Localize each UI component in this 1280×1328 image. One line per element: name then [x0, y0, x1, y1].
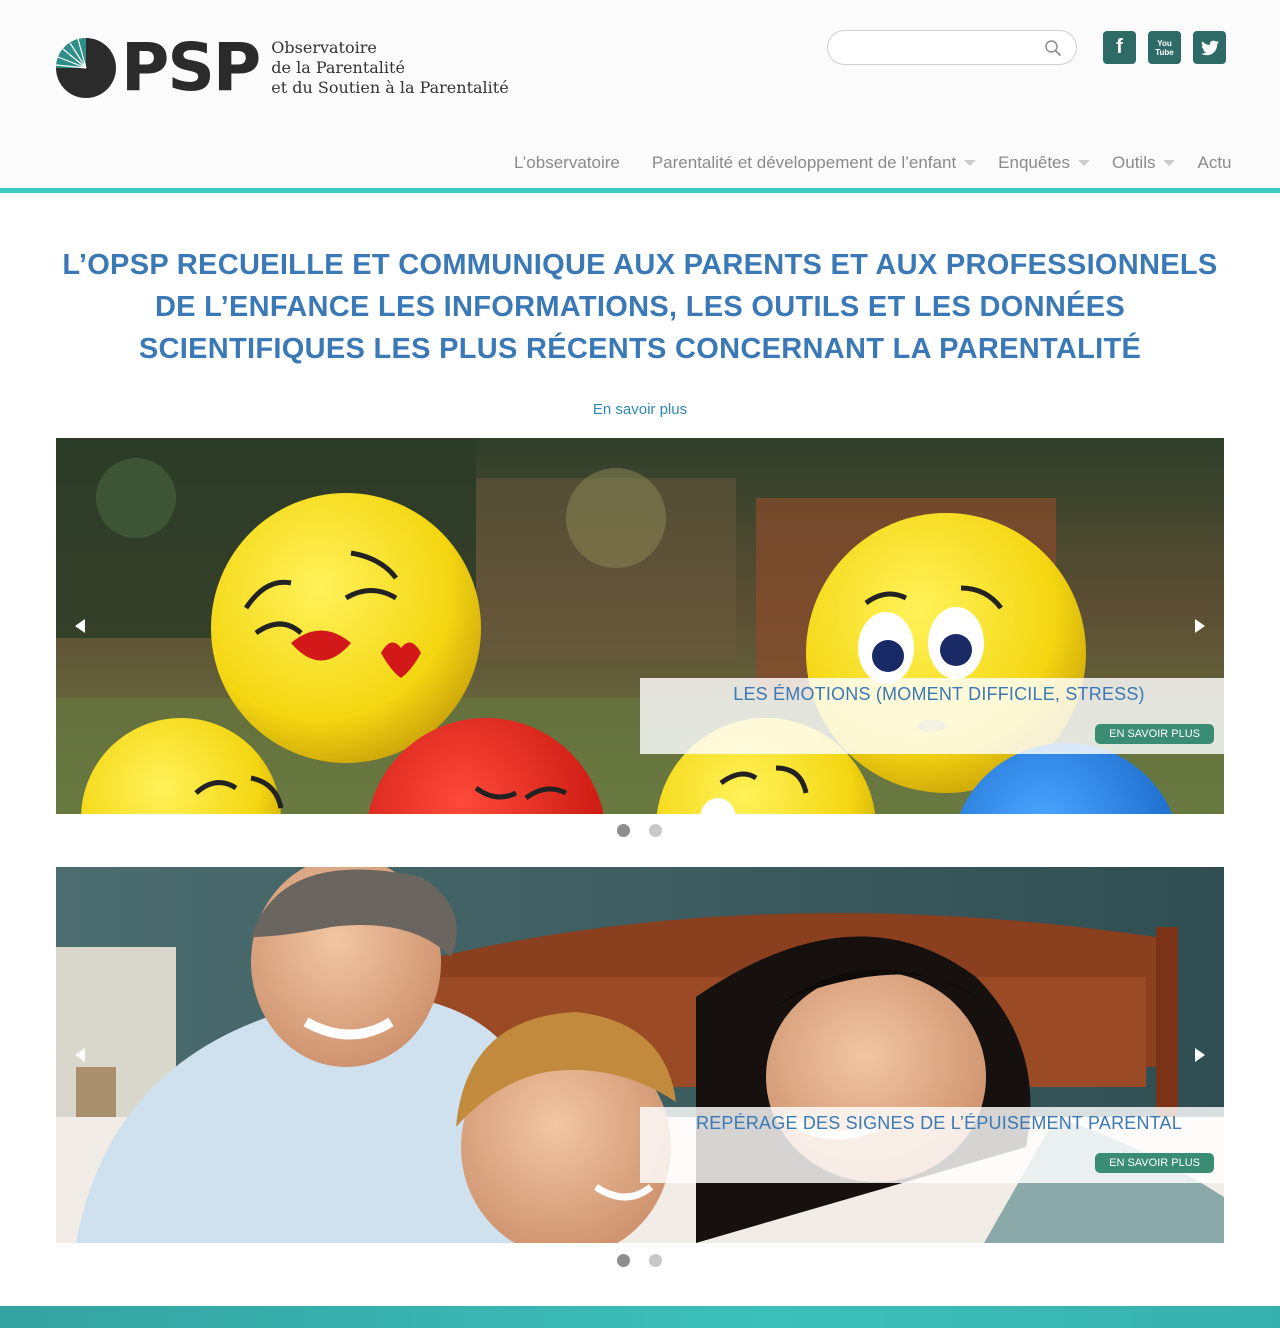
facebook-icon[interactable]: f [1103, 31, 1136, 64]
logo-mark-icon [55, 38, 116, 98]
main-nav: L’observatoire Parentalité et développem… [514, 151, 1232, 175]
arrow-right-icon[interactable] [1190, 616, 1210, 636]
nav-item-parentalite[interactable]: Parentalité et développement de l’enfant [651, 153, 977, 173]
slide-caption-title: LES ÉMOTIONS (MOMENT DIFFICILE, STRESS) [733, 684, 1145, 704]
carousel-dot-2[interactable] [649, 824, 662, 837]
arrow-left-icon[interactable] [70, 1045, 90, 1065]
carousel-emotions: LES ÉMOTIONS (MOMENT DIFFICILE, STRESS) … [56, 438, 1224, 814]
nav-item-observatoire[interactable]: L’observatoire [514, 153, 620, 173]
nav-item-outils[interactable]: Outils [1112, 153, 1176, 173]
logo-line-3: et du Soutien à la Parentalité [271, 78, 509, 97]
nav-item-label: Outils [1112, 153, 1156, 172]
page-tagline: L’OPSP RECUEILLE ET COMMUNIQUE AUX PAREN… [40, 244, 1240, 370]
nav-item-label: L’observatoire [514, 153, 620, 172]
nav-accent-bar [0, 188, 1280, 193]
youtube-label-line-2: Tube [1155, 47, 1174, 57]
en-savoir-plus-link[interactable]: En savoir plus [0, 401, 1280, 418]
youtube-label-line-1: You [1157, 38, 1172, 48]
search-input[interactable] [842, 31, 1042, 64]
chevron-down-icon [1163, 160, 1176, 166]
tagline-line-1: L’OPSP RECUEILLE ET COMMUNIQUE AUX PAREN… [62, 249, 1218, 281]
carousel-dot-1[interactable] [617, 1254, 630, 1267]
nav-item-label: Actu [1197, 153, 1232, 172]
logo-line-2: de la Parentalité [271, 58, 405, 77]
en-savoir-plus-button[interactable]: EN SAVOIR PLUS [1095, 724, 1214, 744]
carousel-dots [0, 824, 1280, 838]
twitter-bird-icon [1200, 40, 1219, 55]
carousel-dot-2[interactable] [649, 1254, 662, 1267]
arrow-right-icon[interactable] [1190, 1045, 1210, 1065]
carousel-dots [0, 1254, 1280, 1268]
footer-accent-bar [0, 1306, 1280, 1328]
search-box [827, 30, 1077, 65]
carousel-dot-1[interactable] [617, 824, 630, 837]
page: PSP Observatoire de la Parentalité et du… [0, 0, 1280, 1328]
chevron-down-icon [1078, 160, 1091, 166]
site-header: PSP Observatoire de la Parentalité et du… [0, 0, 1280, 190]
logo-letters: PSP [121, 29, 261, 106]
site-logo[interactable]: PSP Observatoire de la Parentalité et du… [55, 29, 509, 106]
nav-item-label: Enquêtes [998, 153, 1071, 172]
chevron-down-icon [964, 160, 977, 166]
nav-item-label: Parentalité et développement de l’enfant [651, 153, 957, 172]
youtube-icon[interactable]: You Tube [1148, 31, 1181, 64]
tagline-line-2: DE L’ENFANCE LES INFORMATIONS, LES OUTIL… [154, 291, 1126, 323]
slide-caption-title: REPÉRAGE DES SIGNES DE L’ÉPUISEMENT PARE… [696, 1113, 1182, 1133]
slide-image-emotion-balls [56, 438, 1224, 814]
facebook-label: f [1116, 36, 1123, 58]
twitter-icon[interactable] [1193, 31, 1226, 64]
en-savoir-plus-button[interactable]: EN SAVOIR PLUS [1095, 1153, 1214, 1173]
tagline-line-3: SCIENTIFIQUES LES PLUS RÉCENTS CONCERNAN… [138, 333, 1142, 365]
logo-tagline: Observatoire de la Parentalité et du Sou… [271, 38, 508, 98]
youtube-label: You Tube [1155, 39, 1174, 57]
slide-caption: LES ÉMOTIONS (MOMENT DIFFICILE, STRESS) … [640, 678, 1224, 754]
nav-item-enquetes[interactable]: Enquêtes [998, 153, 1091, 173]
slide-caption: REPÉRAGE DES SIGNES DE L’ÉPUISEMENT PARE… [640, 1107, 1224, 1183]
slide-image-family [56, 867, 1224, 1243]
nav-item-actu[interactable]: Actu [1197, 153, 1231, 173]
carousel-epuisement: REPÉRAGE DES SIGNES DE L’ÉPUISEMENT PARE… [56, 867, 1224, 1243]
logo-line-1: Observatoire [271, 38, 377, 57]
search-icon[interactable] [1044, 39, 1062, 57]
arrow-left-icon[interactable] [70, 616, 90, 636]
